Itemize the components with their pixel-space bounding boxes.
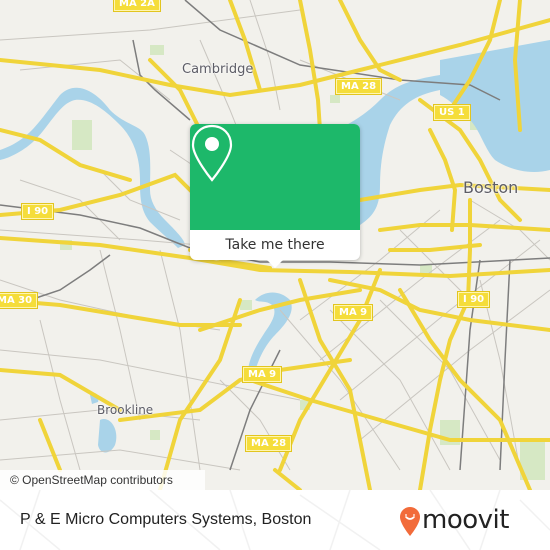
road-shield-i-90: I 90: [22, 204, 54, 219]
moovit-wordmark: moovit: [422, 505, 509, 535]
moovit-pin-icon: [400, 507, 420, 536]
place-label-boston: Boston: [463, 178, 519, 197]
road-shield-ma-28: MA 28: [246, 436, 292, 451]
road-shield-i-90: I 90: [458, 292, 490, 307]
take-me-there-button[interactable]: Take me there: [190, 230, 360, 260]
map-attribution[interactable]: © OpenStreetMap contributors: [0, 470, 205, 490]
road-shield-ma-30: MA 30: [0, 293, 38, 308]
footer: P & E Micro Computers Systems, Boston mo…: [0, 490, 550, 550]
road-shield-ma-28: MA 28: [336, 79, 382, 94]
location-popup: Take me there: [190, 124, 360, 268]
popup-header: [190, 124, 360, 230]
road-shield-ma-9: MA 9: [334, 305, 373, 320]
map[interactable]: Cambridge Boston Brookline MA 2A MA 28 U…: [0, 0, 550, 490]
road-shield-ma-2a: MA 2A: [114, 0, 160, 11]
place-label-cambridge: Cambridge: [182, 62, 254, 77]
place-title: P & E Micro Computers Systems, Boston: [20, 511, 312, 528]
moovit-logo: moovit: [400, 502, 540, 538]
road-shield-ma-9: MA 9: [243, 367, 282, 382]
location-pin-icon: [191, 124, 233, 182]
popup-pointer: [267, 260, 283, 268]
place-label-brookline: Brookline: [97, 403, 154, 417]
road-shield-us-1: US 1: [434, 105, 470, 120]
